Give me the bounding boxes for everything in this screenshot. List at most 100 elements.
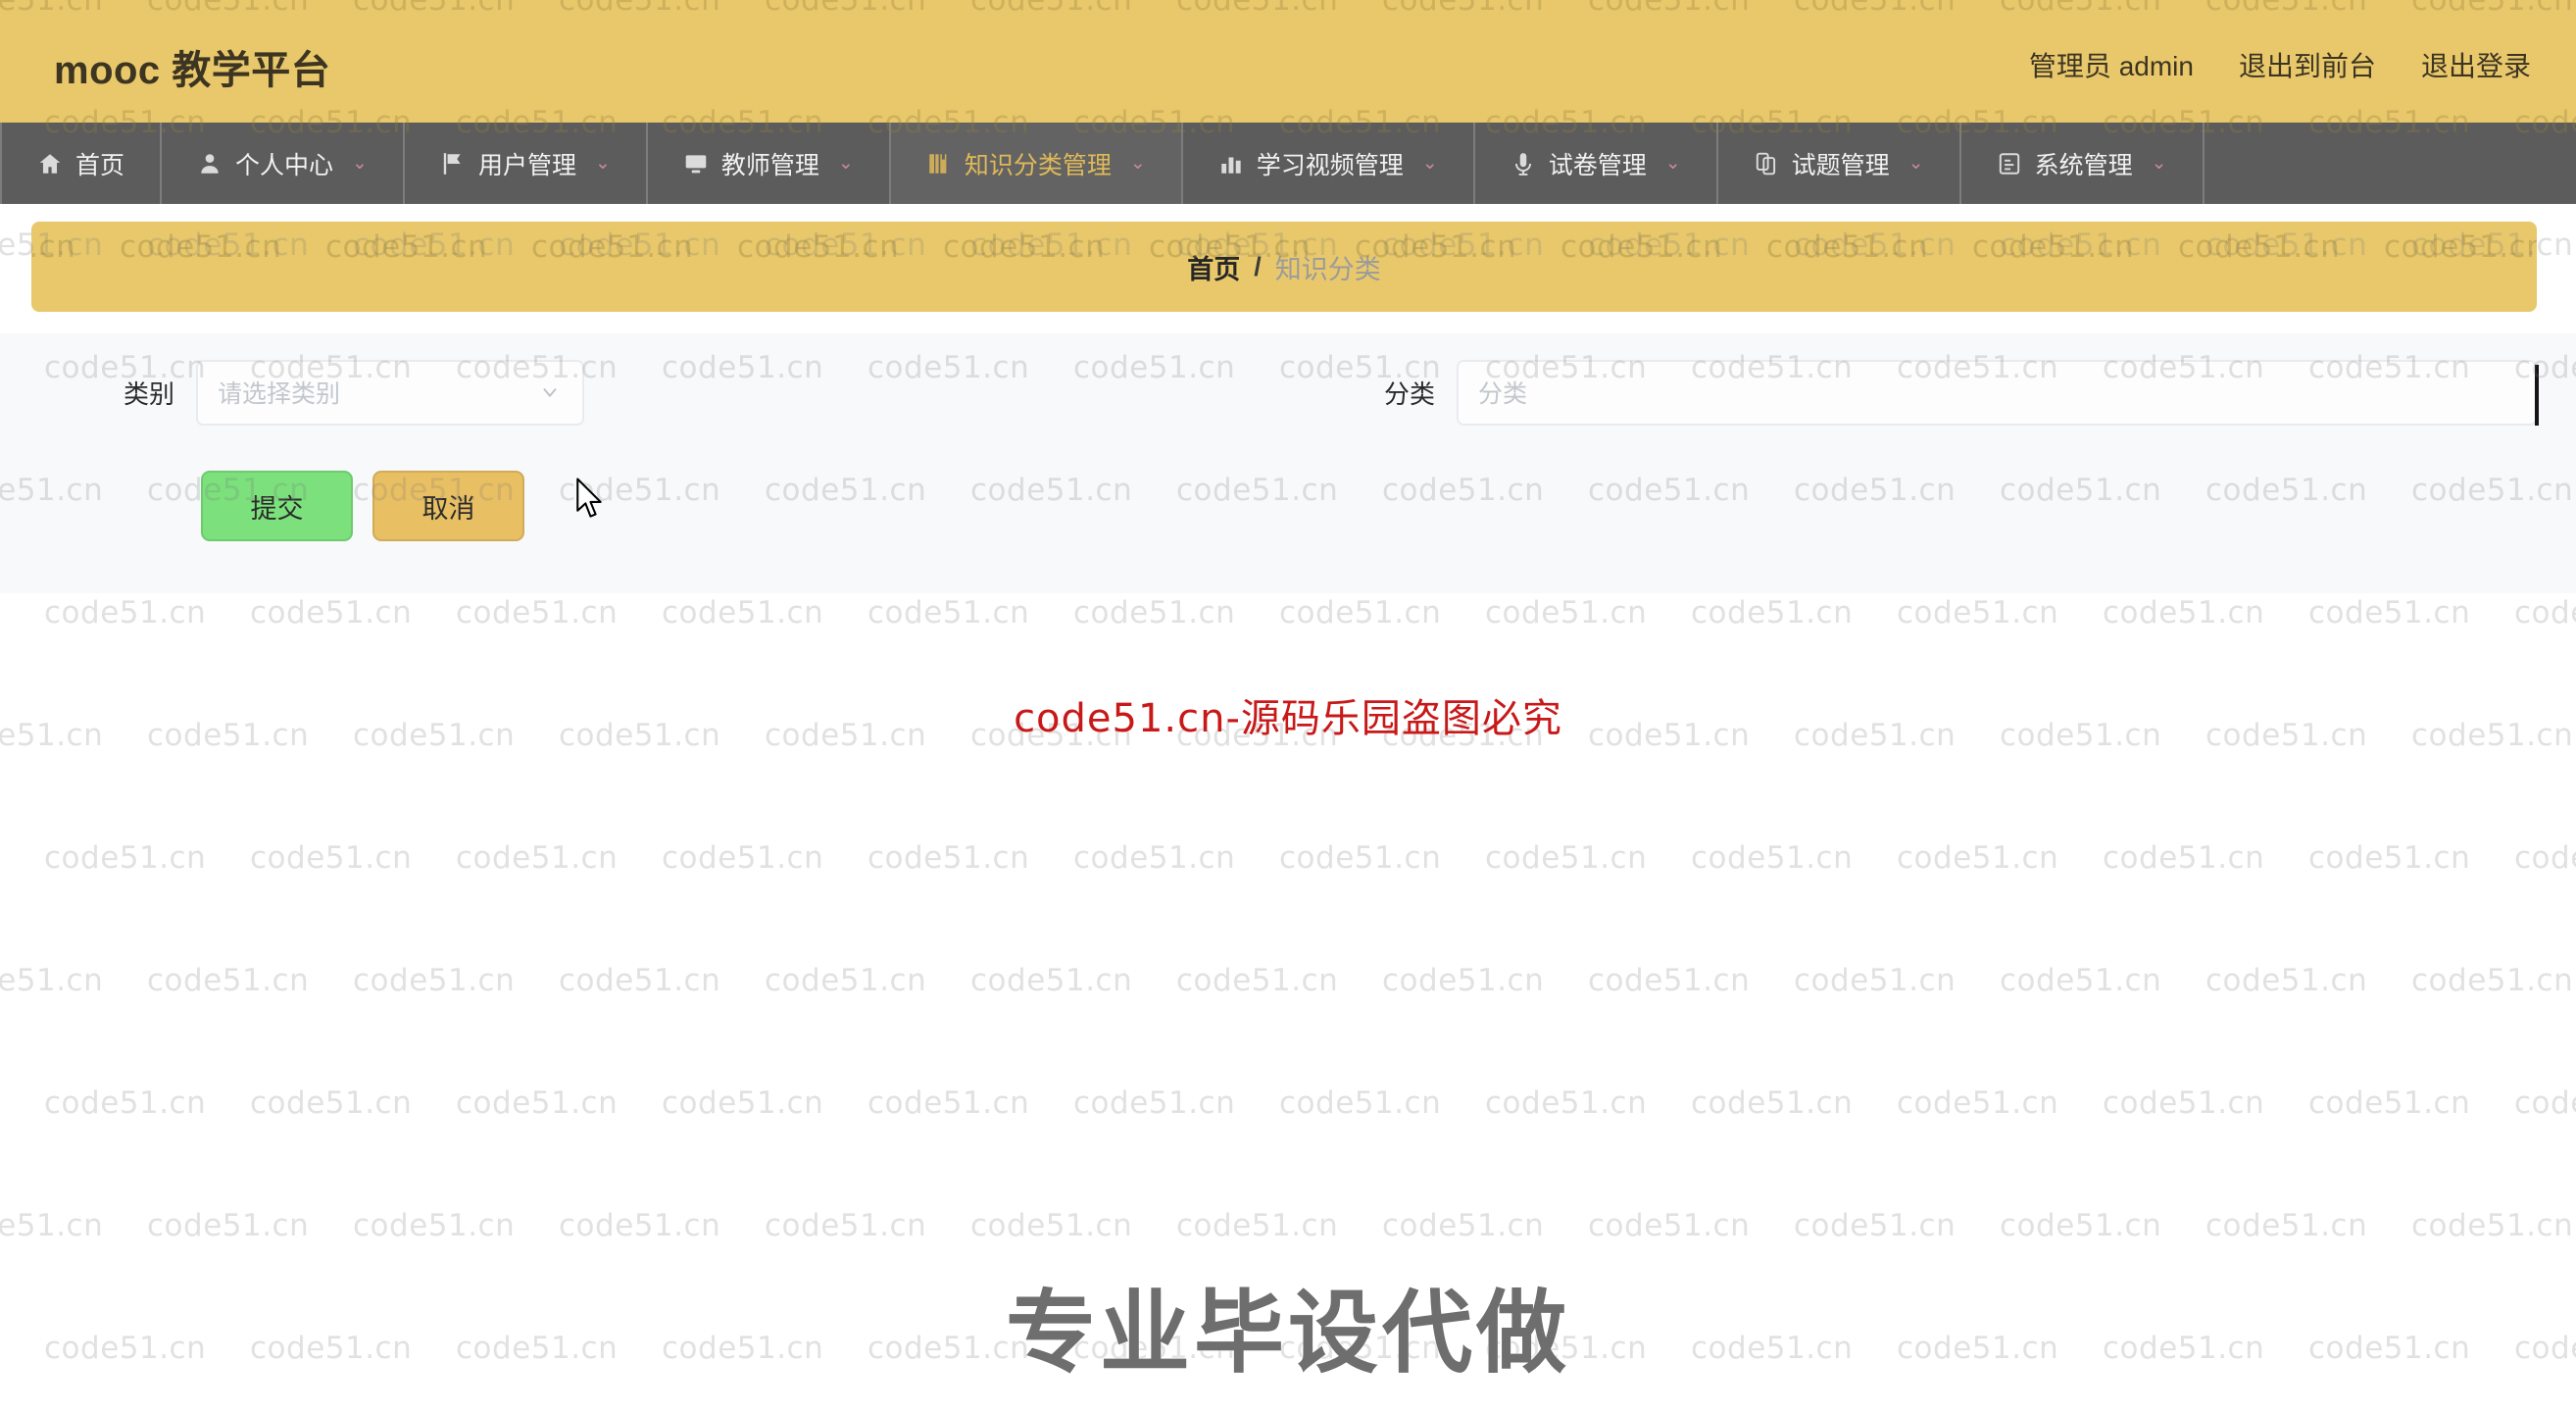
watermark-tile: code51.cn xyxy=(2514,1085,2576,1121)
watermark-tile: code51.cn xyxy=(44,840,206,876)
watermark-tile: code51.cn xyxy=(737,229,900,265)
nav-item-label: 用户管理 xyxy=(477,151,576,179)
watermark-tile: code51.cn xyxy=(1897,1085,2058,1121)
nav-item-5[interactable]: 知识分类管理 ⌄ xyxy=(890,123,1183,204)
watermark-tile: code51.cn xyxy=(1382,1208,1544,1243)
watermark-tile: code51.cn xyxy=(2308,840,2470,876)
header-actions: 管理员 admin 退出到前台 退出登录 xyxy=(2029,45,2531,84)
chevron-down-icon: ⌄ xyxy=(1664,153,1681,174)
submit-button[interactable]: 提交 xyxy=(201,471,353,541)
nav-item-4[interactable]: 教师管理 ⌄ xyxy=(648,123,891,204)
watermark-tile: code51.cn xyxy=(44,1085,206,1121)
watermark-tile: code51.cn xyxy=(1794,1208,1956,1243)
watermark-tile: code51.cn xyxy=(765,963,926,998)
watermark-tile: code51.cn xyxy=(2411,1208,2573,1243)
nav-item-7[interactable]: 试卷管理 ⌄ xyxy=(1475,123,1718,204)
watermark-tile: code51.cn xyxy=(867,1085,1029,1121)
category-type-placeholder: 请选择类别 xyxy=(218,380,341,408)
nav-item-label: 首页 xyxy=(75,151,125,179)
page-root: code51.cn code51.cn code51.cn code51.cn code… xyxy=(0,0,2576,1412)
watermark-tile: code51.cn xyxy=(867,595,1029,630)
watermark-tile: code51.cn xyxy=(353,1208,515,1243)
category-type-select[interactable]: 请选择类别 xyxy=(196,359,584,426)
document-list-icon xyxy=(1997,151,2022,176)
watermark-tile: code51.cn xyxy=(2308,1331,2471,1366)
watermark-tile: code51.cn xyxy=(2514,840,2576,876)
watermark-tile: code51.cn xyxy=(2103,1085,2264,1121)
flag-icon xyxy=(440,151,466,176)
watermark-tile: code51.cn xyxy=(1794,963,1956,998)
watermark-tile-layer-front: code51.cn code51.cn code51.cn code51.cn code… xyxy=(0,0,2576,1412)
nav-item-9[interactable]: 系统管理 ⌄ xyxy=(1961,123,2204,204)
watermark-tile: code51.cn xyxy=(1382,963,1544,998)
watermark-tile: code51.cn xyxy=(1279,840,1441,876)
watermark-tile: code51.cn xyxy=(1279,1331,1442,1366)
chevron-down-icon: ⌄ xyxy=(1421,153,1438,174)
watermark-tile: code51.cn xyxy=(2514,1331,2576,1366)
watermark-tile: code51.cn xyxy=(2103,595,2264,630)
watermark-tile: code51.cn xyxy=(1073,1331,1236,1366)
admin-user-label: 管理员 admin xyxy=(2028,51,2194,81)
watermark-tile: code51.cn xyxy=(867,1331,1030,1366)
exit-to-frontend-link[interactable]: 退出到前台 xyxy=(2239,45,2376,84)
watermark-tile: code51.cn xyxy=(147,718,309,753)
watermark-tile: code51.cn xyxy=(1073,1085,1235,1121)
watermark-tile: code51.cn xyxy=(1972,229,2135,265)
watermark-tile: code51.cn xyxy=(1560,229,1723,265)
watermark-tile: code51.cn xyxy=(2205,1208,2367,1243)
nav-item-2[interactable]: 个人中心 ⌄ xyxy=(162,123,405,204)
watermark-tile: code51.cn xyxy=(250,840,412,876)
cancel-button[interactable]: 取消 xyxy=(372,471,524,541)
watermark-tile: code51.cn xyxy=(1766,229,1929,265)
breadcrumb-current: 知识分类 xyxy=(1274,254,1381,284)
watermark-tile: code51.cn xyxy=(1691,840,1853,876)
watermark-tile: code51.cn xyxy=(2000,718,2161,753)
nav-item-3[interactable]: 用户管理 ⌄ xyxy=(405,123,648,204)
nav-item-label: 个人中心 xyxy=(235,151,334,179)
nav-item-1[interactable]: 首页 xyxy=(0,123,163,204)
watermark-tile: code51.cn xyxy=(1485,595,1647,630)
nav-item-label: 试题管理 xyxy=(1791,151,1890,179)
nav-item-label: 系统管理 xyxy=(2034,151,2133,179)
copy-icon xyxy=(1754,151,1779,176)
home-icon xyxy=(37,151,63,176)
breadcrumb-separator: / xyxy=(1254,251,1262,281)
monitor-icon xyxy=(683,151,709,176)
watermark-tile: code51.cn xyxy=(1588,1208,1750,1243)
watermark-tile: code51.cn xyxy=(456,1085,618,1121)
watermark-tile: code51.cn xyxy=(250,1331,413,1366)
watermark-tile: code51.cn xyxy=(2178,229,2341,265)
watermark-tile: code51.cn xyxy=(867,840,1029,876)
nav-item-8[interactable]: 试题管理 ⌄ xyxy=(1718,123,1961,204)
category-name-label: 分类 xyxy=(1383,378,1435,409)
watermark-tile: code51.cn xyxy=(662,1085,823,1121)
logout-link[interactable]: 退出登录 xyxy=(2421,45,2531,84)
watermark-tile: code51.cn xyxy=(1485,1331,1648,1366)
category-name-input[interactable]: 分类 xyxy=(1457,359,2539,426)
watermark-tile: code51.cn xyxy=(1897,1331,2059,1366)
watermark-tile: code51.cn xyxy=(456,1331,619,1366)
breadcrumb-home-link[interactable]: 首页 xyxy=(1187,248,1240,286)
bar-chart-icon xyxy=(1218,151,1244,176)
watermark-tile: code51.cn xyxy=(2205,718,2367,753)
watermark-tile: code51.cn xyxy=(2411,718,2573,753)
watermark-tile: code51.cn xyxy=(1691,1085,1853,1121)
chevron-down-icon: ⌄ xyxy=(1129,153,1146,174)
nav-item-label: 知识分类管理 xyxy=(964,151,1112,179)
watermark-tile: code51.cn xyxy=(970,1208,1132,1243)
red-watermark-notice: code51.cn-源码乐园盗图必究 xyxy=(1014,696,1562,741)
watermark-tile: code51.cn xyxy=(456,840,618,876)
watermark-tile: code51.cn xyxy=(456,595,618,630)
watermark-tile: code51.cn xyxy=(1897,840,2058,876)
microphone-icon xyxy=(1511,151,1536,176)
chevron-down-icon: ⌄ xyxy=(594,153,611,174)
watermark-tile: code51.cn xyxy=(0,1208,103,1243)
watermark-tile: code51.cn xyxy=(44,595,206,630)
watermark-tile: code51.cn xyxy=(1073,840,1235,876)
chevron-down-icon: ⌄ xyxy=(1907,153,1924,174)
watermark-tile: code51.cn xyxy=(147,1208,309,1243)
field-category-type: 类别 请选择类别 xyxy=(0,333,584,451)
watermark-tile: code51.cn xyxy=(559,963,720,998)
nav-item-6[interactable]: 学习视频管理 ⌄ xyxy=(1183,123,1475,204)
big-watermark-notice: 专业毕设代做 xyxy=(1005,1284,1570,1384)
